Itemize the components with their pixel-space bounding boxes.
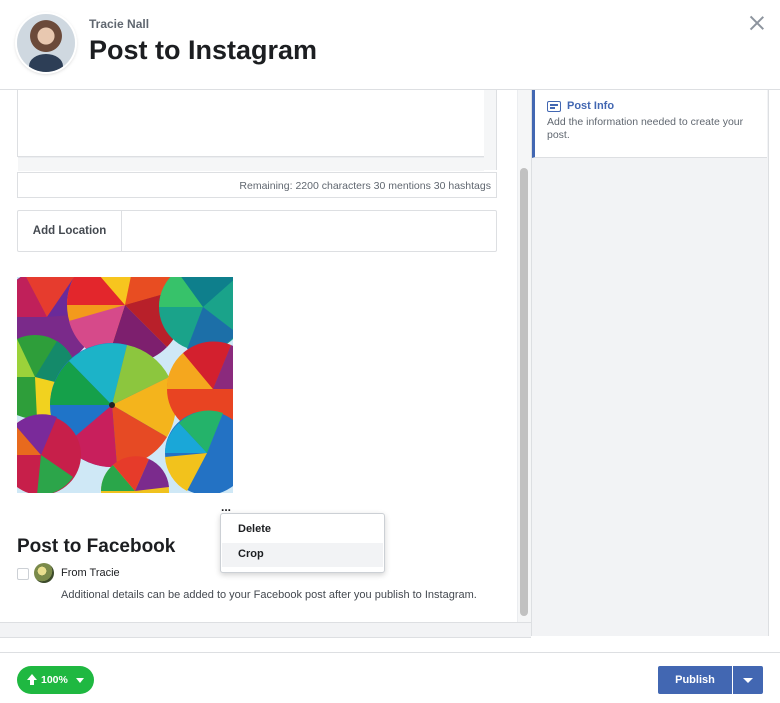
caption-scrollbar[interactable] xyxy=(484,90,497,170)
upload-percent: 100% xyxy=(41,674,68,686)
remaining-counter: Remaining: 2200 characters 30 mentions 3… xyxy=(239,180,491,192)
location-input[interactable] xyxy=(122,211,496,251)
upload-status-button[interactable]: 100% xyxy=(17,666,94,694)
divider xyxy=(0,622,531,638)
menu-item-crop[interactable]: Crop xyxy=(222,543,383,567)
post-info-title: Post Info xyxy=(567,100,615,112)
facebook-from-label: From Tracie xyxy=(61,567,120,579)
facebook-page-avatar xyxy=(34,563,54,583)
dialog-footer: 100% Publish xyxy=(0,652,780,703)
menu-item-label: Delete xyxy=(238,523,272,535)
menu-item-delete[interactable]: Delete xyxy=(222,518,383,542)
publish-button[interactable]: Publish xyxy=(658,666,732,694)
page-title: Post to Instagram xyxy=(89,35,318,65)
close-icon[interactable] xyxy=(746,12,768,34)
publish-options-button[interactable] xyxy=(733,666,763,694)
colorful-umbrellas-image xyxy=(17,277,233,493)
facebook-section-title: Post to Facebook xyxy=(17,536,176,557)
post-to-facebook-checkbox[interactable] xyxy=(17,568,29,580)
post-info-card[interactable]: Post Info Add the information needed to … xyxy=(532,90,767,158)
post-info-description: Add the information needed to create you… xyxy=(547,116,744,141)
add-location-label[interactable]: Add Location xyxy=(18,211,122,251)
main-scrollbar-thumb[interactable] xyxy=(520,168,528,616)
photo-options-menu: Delete Crop xyxy=(220,513,385,573)
caption-horizontal-scrollbar[interactable] xyxy=(18,157,484,171)
caption-textarea[interactable] xyxy=(17,90,486,157)
upload-arrow-icon xyxy=(27,674,37,685)
post-info-icon xyxy=(547,101,561,112)
dialog-header: Tracie Nall Post to Instagram xyxy=(0,0,780,90)
location-field: Add Location xyxy=(17,210,497,252)
menu-item-label: Crop xyxy=(238,548,264,560)
remaining-counter-bar: Remaining: 2200 characters 30 mentions 3… xyxy=(17,172,497,198)
avatar xyxy=(17,14,75,72)
side-panel: Post Info Add the information needed to … xyxy=(531,90,769,636)
user-name: Tracie Nall xyxy=(89,17,150,31)
post-photo[interactable] xyxy=(17,277,233,493)
facebook-note: Additional details can be added to your … xyxy=(61,589,477,601)
chevron-down-icon xyxy=(76,678,84,683)
more-options-button[interactable]: ... xyxy=(221,500,231,514)
chevron-down-icon xyxy=(743,678,753,683)
